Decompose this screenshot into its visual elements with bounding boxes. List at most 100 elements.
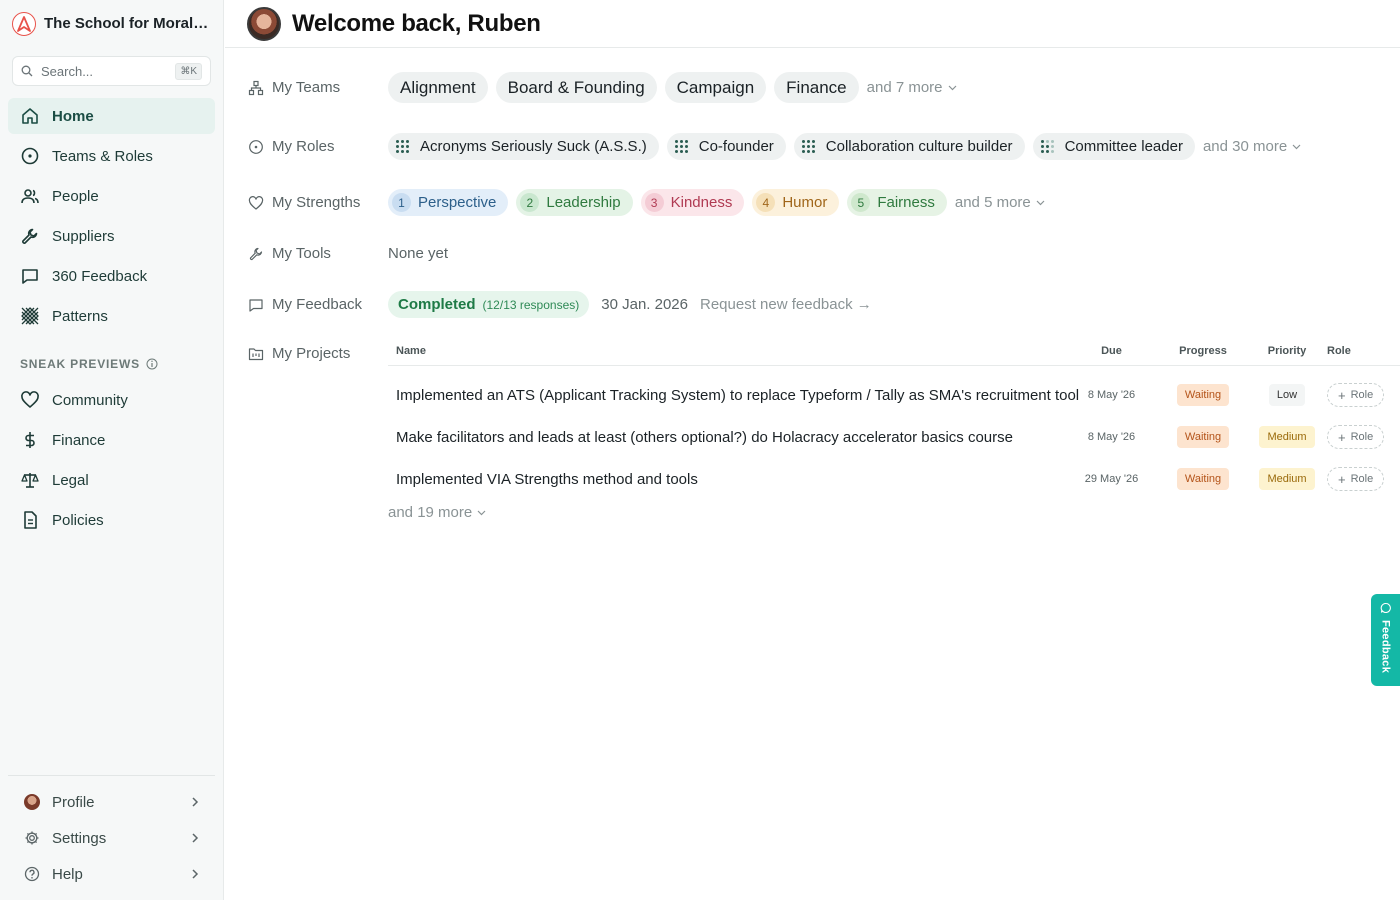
grid-dots-icon	[674, 139, 689, 154]
priority-badge[interactable]: Medium	[1259, 468, 1315, 490]
strengths-more-toggle[interactable]: and 5 more	[955, 194, 1045, 211]
column-header-due[interactable]: Due	[1064, 345, 1159, 357]
add-role-button[interactable]: + Role	[1327, 383, 1385, 407]
project-name[interactable]: Implemented an ATS (Applicant Tracking S…	[388, 387, 1079, 404]
sidebar: The School for Moral A... Search... ⌘K H…	[0, 0, 224, 900]
org-name: The School for Moral A...	[44, 15, 211, 32]
row-label-text: My Feedback	[272, 296, 363, 313]
my-tools-row: My Tools None yet	[248, 245, 448, 262]
role-name: Collaboration culture builder	[825, 138, 1013, 155]
nav-label: People	[52, 187, 99, 205]
strength-chip[interactable]: 3 Kindness	[640, 189, 745, 216]
nav-item-community[interactable]: Community	[8, 382, 215, 418]
message-square-icon	[249, 298, 263, 312]
roles-more-toggle[interactable]: and 30 more	[1203, 138, 1301, 155]
role-button-label: Role	[1350, 473, 1374, 485]
more-text: and 7 more	[866, 79, 943, 96]
nav-item-people[interactable]: People	[8, 178, 215, 214]
nav-item-finance[interactable]: Finance	[8, 422, 215, 458]
nav-label: Legal	[52, 471, 89, 489]
strength-chip[interactable]: 1 Perspective	[388, 189, 509, 216]
team-chip[interactable]: Finance	[774, 72, 859, 103]
add-role-button[interactable]: + Role	[1327, 425, 1385, 449]
table-row[interactable]: Implemented VIA Strengths method and too…	[388, 458, 1400, 500]
priority-badge[interactable]: Low	[1268, 384, 1306, 406]
team-chip[interactable]: Alignment	[388, 72, 488, 103]
progress-badge[interactable]: Waiting	[1176, 426, 1230, 448]
profile-menu-item[interactable]: Profile	[8, 784, 215, 820]
projects-table: Name Due Progress Priority Role Implemen…	[388, 336, 1400, 522]
nav-item-home[interactable]: Home	[8, 98, 215, 134]
column-header-priority[interactable]: Priority	[1247, 345, 1327, 357]
feedback-tab-label: Feedback	[1379, 620, 1392, 674]
strength-name: Kindness	[670, 194, 733, 211]
chevron-right-icon	[192, 833, 199, 843]
nav-item-suppliers[interactable]: Suppliers	[8, 218, 215, 254]
strength-name: Fairness	[877, 194, 935, 211]
settings-menu-item[interactable]: Settings	[8, 820, 215, 856]
feedback-widget-tab[interactable]: Feedback	[1371, 594, 1400, 686]
strength-rank: 1	[392, 193, 411, 212]
column-header-role[interactable]: Role	[1327, 345, 1397, 357]
project-due: 8 May '26	[1087, 431, 1136, 443]
team-chip[interactable]: Campaign	[664, 72, 767, 103]
feedback-status-badge[interactable]: Completed (12/13 responses)	[388, 291, 590, 318]
progress-badge[interactable]: Waiting	[1176, 384, 1230, 406]
progress-badge[interactable]: Waiting	[1176, 468, 1230, 490]
strength-chip[interactable]: 4 Humor	[752, 189, 840, 216]
main-nav: Home Teams & Roles People Suppliers 360 …	[8, 98, 215, 338]
grid-dots-icon	[801, 139, 816, 154]
search-input[interactable]: Search... ⌘K	[12, 56, 211, 86]
my-roles-label: My Roles	[248, 138, 388, 155]
team-chip[interactable]: Board & Founding	[495, 72, 657, 103]
nav-label: Finance	[52, 431, 106, 449]
grid-dots-icon	[396, 139, 410, 154]
wrench-icon	[249, 247, 263, 260]
help-menu-item[interactable]: Help	[8, 856, 215, 892]
nav-item-360-feedback[interactable]: 360 Feedback	[8, 258, 215, 294]
strength-rank: 3	[644, 193, 664, 212]
table-row[interactable]: Implemented an ATS (Applicant Tracking S…	[388, 374, 1400, 416]
role-name: Co-founder	[698, 138, 774, 155]
nav-item-patterns[interactable]: Patterns	[8, 298, 215, 334]
nav-item-teams-roles[interactable]: Teams & Roles	[8, 138, 215, 174]
nav-item-policies[interactable]: Policies	[8, 502, 215, 538]
column-header-name[interactable]: Name	[388, 345, 1064, 357]
role-chip[interactable]: Collaboration culture builder	[793, 133, 1025, 160]
add-role-button[interactable]: + Role	[1327, 467, 1385, 491]
user-avatar[interactable]	[247, 6, 281, 41]
heart-icon	[248, 195, 264, 210]
project-name[interactable]: Make facilitators and leads at least (ot…	[388, 429, 1064, 446]
role-chip[interactable]: Acronyms Seriously Suck (A.S.S.)	[388, 133, 659, 160]
teams-more-toggle[interactable]: and 7 more	[867, 79, 957, 96]
heart-icon	[21, 391, 39, 408]
nav-item-legal[interactable]: Legal	[8, 462, 215, 498]
plus-icon: +	[1338, 471, 1346, 487]
bottom-label: Settings	[52, 829, 107, 847]
chevron-down-icon	[1036, 200, 1045, 205]
my-feedback-label: My Feedback	[248, 296, 388, 313]
project-board-icon	[248, 347, 264, 360]
circle-target-icon	[21, 147, 39, 165]
table-row[interactable]: Make facilitators and leads at least (ot…	[388, 416, 1400, 458]
row-label-text: My Roles	[272, 138, 335, 155]
bottom-label: Profile	[52, 793, 95, 811]
nav-label: Policies	[52, 511, 104, 529]
request-feedback-link[interactable]: Request new feedback →	[700, 296, 872, 313]
role-chip[interactable]: Committee leader	[1032, 133, 1195, 160]
strength-chip[interactable]: 5 Fairness	[847, 189, 947, 216]
priority-badge[interactable]: Medium	[1259, 426, 1315, 448]
strength-rank: 2	[520, 193, 540, 212]
org-switcher[interactable]: The School for Moral A...	[0, 0, 223, 47]
info-icon[interactable]	[146, 358, 158, 370]
search-shortcut: ⌘K	[175, 62, 202, 80]
strength-chip[interactable]: 2 Leadership	[516, 189, 633, 216]
project-name[interactable]: Implemented VIA Strengths method and too…	[388, 471, 1064, 488]
column-header-progress[interactable]: Progress	[1159, 345, 1247, 357]
projects-more-toggle[interactable]: and 19 more	[388, 504, 486, 521]
feedback-date: 30 Jan. 2026	[601, 296, 688, 313]
role-chip[interactable]: Co-founder	[666, 133, 786, 160]
strength-rank: 5	[851, 193, 871, 212]
page-header: Welcome back, Ruben	[225, 0, 1400, 48]
bottom-label: Help	[52, 865, 83, 883]
